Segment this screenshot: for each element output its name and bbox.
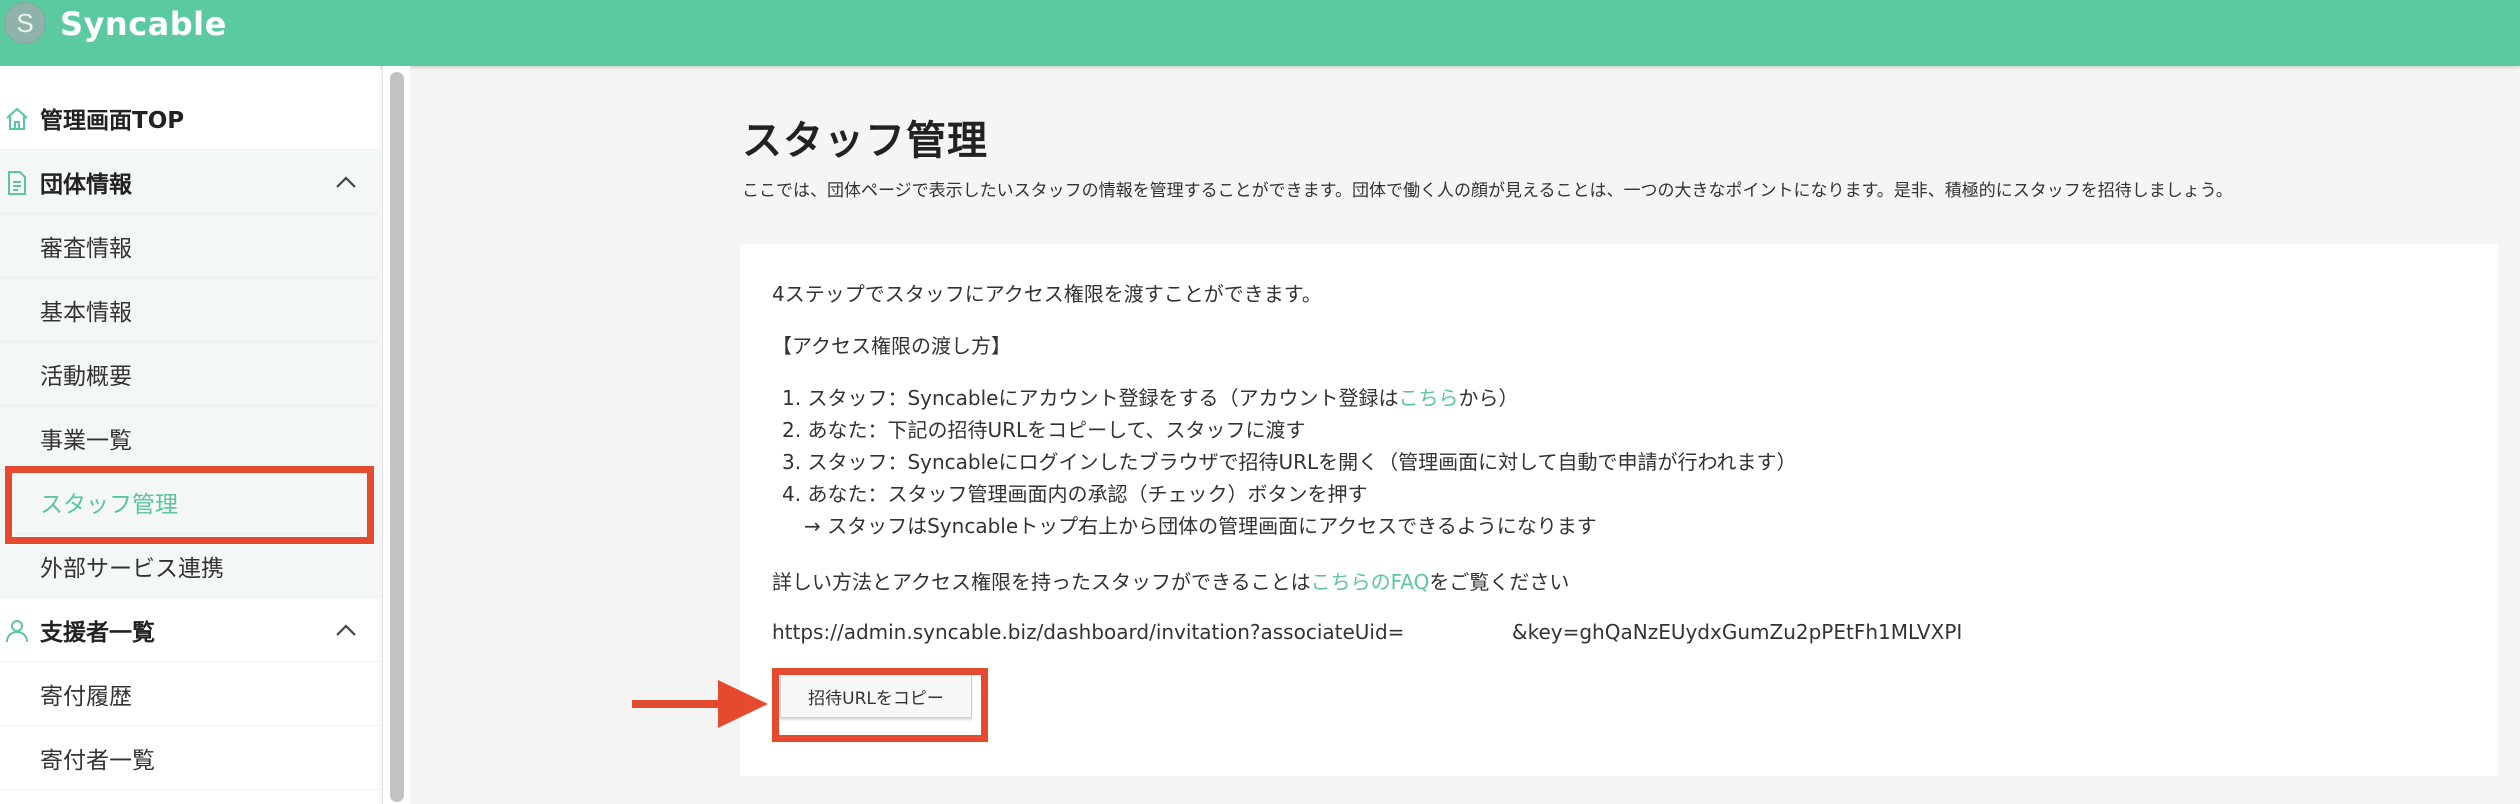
home-icon: [4, 106, 30, 132]
sidebar-group-supporters[interactable]: 支援者一覧: [0, 598, 380, 662]
sidebar-item-admin-top[interactable]: 管理画面TOP: [0, 86, 380, 150]
chevron-up-icon[interactable]: [334, 620, 358, 640]
sidebar-item-donor-list[interactable]: 寄付者一覧: [0, 726, 380, 790]
sidebar-item-label: 基本情報: [40, 299, 132, 326]
copy-button-highlight: [772, 668, 988, 742]
sidebar: 管理画面TOP 団体情報 審査情報 基本情報 活動概要 事業一覧 スタッフ管理 …: [0, 66, 380, 804]
sidebar-group-organization[interactable]: 団体情報: [0, 150, 380, 214]
section-heading: 【アクセス権限の渡し方】: [772, 334, 1011, 358]
chevron-up-icon[interactable]: [334, 172, 358, 192]
sidebar-group-label: 支援者一覧: [40, 619, 155, 646]
syncable-logo-icon[interactable]: S: [4, 2, 46, 44]
sidebar-item-activity-overview[interactable]: 活動概要: [0, 342, 380, 406]
step-4: 4. あなた：スタッフ管理画面内の承認（チェック）ボタンを押す: [782, 482, 1368, 506]
sidebar-item-label: 管理画面TOP: [40, 107, 185, 134]
sidebar-item-basic-info[interactable]: 基本情報: [0, 278, 380, 342]
scrollbar-thumb[interactable]: [390, 72, 404, 802]
person-icon: [4, 618, 30, 644]
staff-management-highlight: [5, 466, 374, 544]
page-title: スタッフ管理: [742, 118, 988, 164]
faq-text: 詳しい方法とアクセス権限を持ったスタッフができることは: [772, 570, 1311, 594]
sidebar-item-projects[interactable]: 事業一覧: [0, 406, 380, 470]
account-register-link[interactable]: こちら: [1398, 386, 1458, 410]
step-1-text: 1. スタッフ：Syncableにアカウント登録をする（アカウント登録は: [782, 386, 1399, 410]
step-4-note: → スタッフはSyncableトップ右上から団体の管理画面にアクセスできるように…: [804, 514, 1597, 538]
step-2: 2. あなた：下記の招待URLをコピーして、スタッフに渡す: [782, 418, 1306, 442]
sidebar-item-label: 審査情報: [40, 235, 132, 262]
logo-letter: S: [16, 8, 33, 38]
arrow-right-icon: [632, 676, 772, 732]
faq-suffix: をご覧ください: [1429, 570, 1570, 594]
page-description: ここでは、団体ページで表示したいスタッフの情報を管理することができます。団体で働…: [742, 181, 2233, 201]
step-1-suffix: から）: [1458, 386, 1519, 410]
sidebar-item-label: 活動概要: [40, 363, 132, 390]
sidebar-item-label: 事業一覧: [40, 427, 132, 454]
sidebar-item-label: 外部サービス連携: [40, 555, 224, 582]
sidebar-item-label: 寄付者一覧: [40, 747, 155, 774]
intro-text: 4ステップでスタッフにアクセス権限を渡すことができます。: [772, 282, 1322, 306]
step-1: 1. スタッフ：Syncableにアカウント登録をする（アカウント登録はこちらか…: [782, 382, 1518, 411]
invitation-card: 4ステップでスタッフにアクセス権限を渡すことができます。 【アクセス権限の渡し方…: [740, 244, 2498, 776]
step-3: 3. スタッフ：Syncableにログインしたブラウザで招待URLを開く（管理画…: [782, 450, 1797, 474]
sidebar-item-label: 寄付履歴: [40, 683, 132, 710]
document-icon: [4, 170, 30, 196]
app-name[interactable]: Syncable: [60, 5, 227, 43]
faq-link[interactable]: こちらのFAQ: [1311, 570, 1430, 594]
sidebar-scrollbar[interactable]: [382, 66, 410, 804]
top-header: S Syncable: [0, 0, 2520, 66]
invite-url-part2: &key=ghQaNzEUydxGumZu2pPEtFh1MLVXPI: [1512, 620, 1963, 644]
faq-line: 詳しい方法とアクセス権限を持ったスタッフができることはこちらのFAQをご覧くださ…: [772, 566, 1569, 595]
sidebar-group-label: 団体情報: [40, 171, 132, 198]
sidebar-item-review-info[interactable]: 審査情報: [0, 214, 380, 278]
invite-url-part1: https://admin.syncable.biz/dashboard/inv…: [772, 620, 1405, 644]
sidebar-item-donation-history[interactable]: 寄付履歴: [0, 662, 380, 726]
